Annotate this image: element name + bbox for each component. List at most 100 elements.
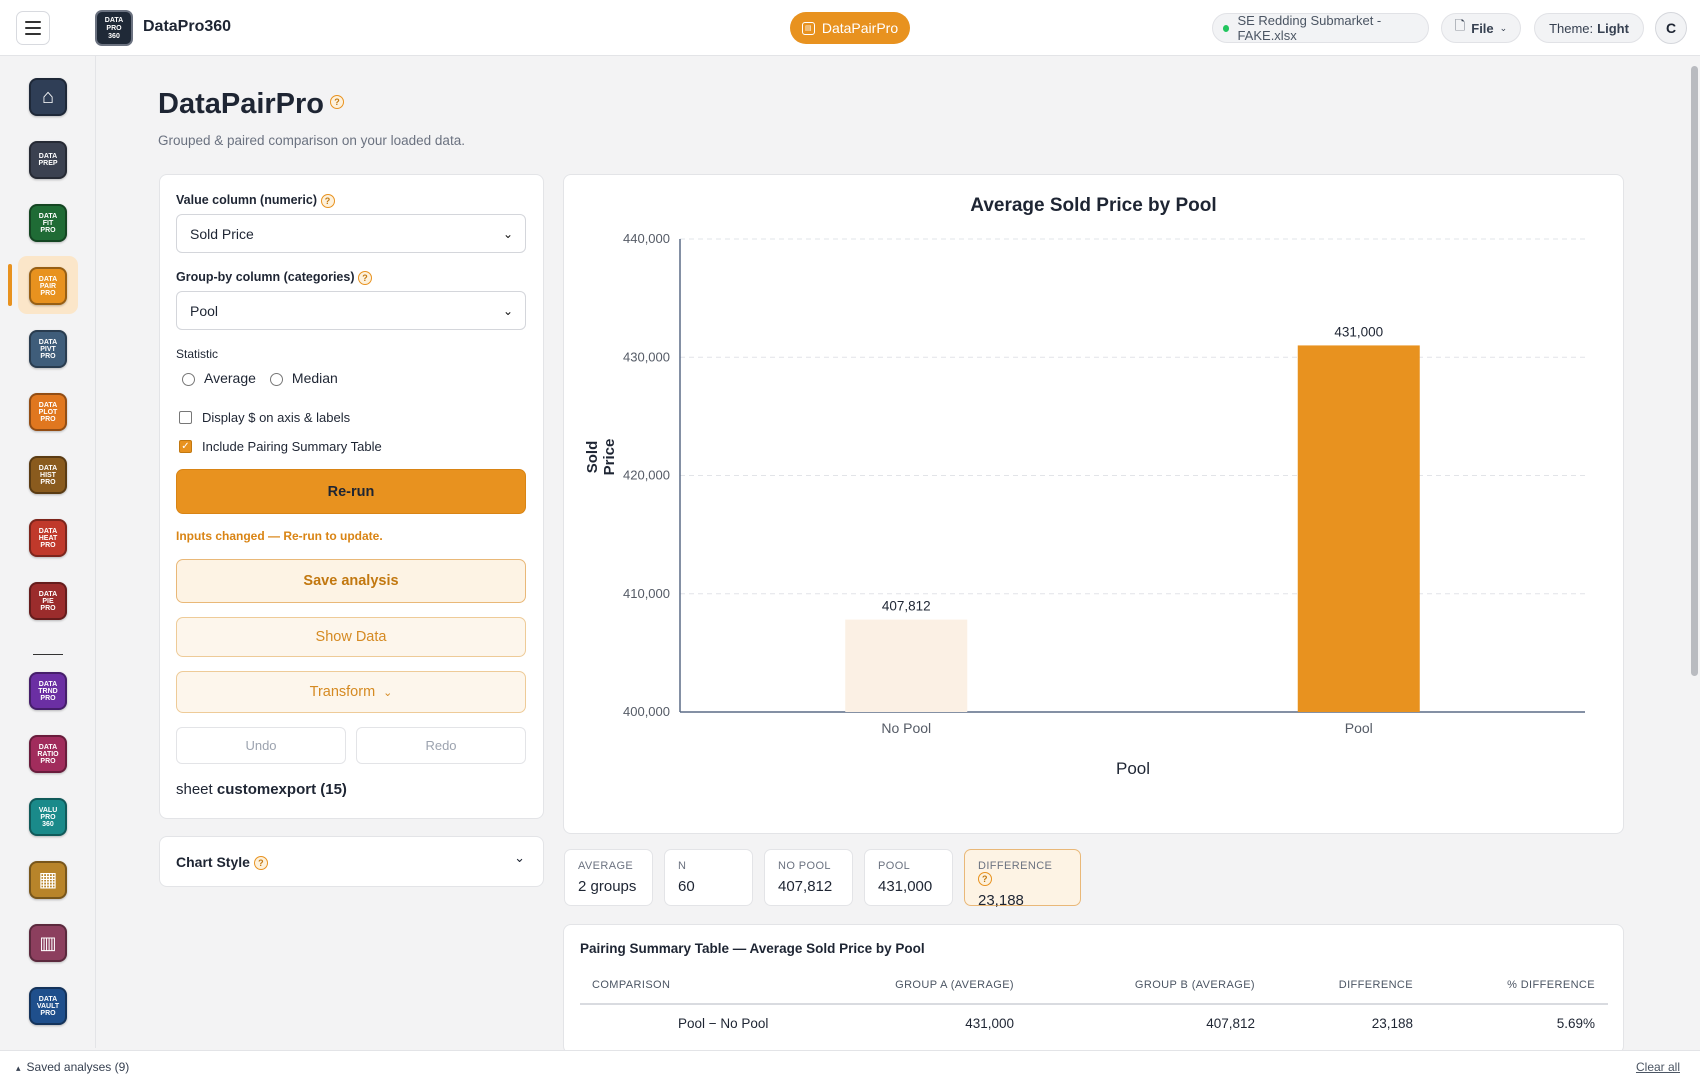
file-menu-label: File xyxy=(1471,20,1494,36)
value-column-label: Value column (numeric) ? xyxy=(176,193,335,208)
chevron-down-icon: ⌄ xyxy=(502,227,513,241)
transform-button[interactable]: Transform ⌄ xyxy=(176,671,526,713)
sidebar-divider xyxy=(33,654,63,655)
sidebar-app-vault-icon[interactable]: DATA VAULT PRO xyxy=(29,987,67,1025)
table-title: Pairing Summary Table — Average Sold Pri… xyxy=(580,941,925,956)
file-menu-button[interactable]: 🗋 File ⌄ xyxy=(1441,13,1521,43)
page-title-text: DataPairPro xyxy=(158,88,325,120)
display-dollar-checkbox[interactable]: Display $ on axis & labels xyxy=(179,410,350,425)
status-dot-icon xyxy=(1223,24,1230,32)
y-tick-label: 400,000 xyxy=(623,704,670,719)
page-title: DataPairPro? xyxy=(158,88,345,121)
statistic-label: Statistic xyxy=(176,347,219,361)
checkbox-icon xyxy=(179,411,192,424)
table-cell: 407,812 xyxy=(1206,1016,1255,1031)
sidebar-app-pie-icon[interactable]: DATA PIE PRO xyxy=(29,582,67,620)
sidebar-app-valu-icon[interactable]: VALU PRO 360 xyxy=(29,798,67,836)
help-icon[interactable]: ? xyxy=(330,95,345,110)
redo-button[interactable]: Redo xyxy=(356,727,526,764)
sidebar-app-pair-icon[interactable]: DATA PAIR PRO xyxy=(29,267,67,305)
sidebar-active-indicator xyxy=(8,264,12,306)
help-icon[interactable]: ? xyxy=(320,193,335,208)
sidebar-app-hist-icon[interactable]: DATA HIST PRO xyxy=(29,456,67,494)
undo-button[interactable]: Undo xyxy=(176,727,346,764)
include-summary-checkbox[interactable]: ✓ Include Pairing Summary Table xyxy=(179,439,382,454)
chevron-down-icon: ⌄ xyxy=(514,850,525,865)
data-label: 407,812 xyxy=(882,599,931,614)
group-column-select[interactable]: Pool ⌄ xyxy=(176,291,526,330)
theme-toggle[interactable]: Theme: Light xyxy=(1534,13,1644,43)
column-header: COMPARISON xyxy=(592,979,671,991)
avatar[interactable]: C xyxy=(1655,12,1687,44)
sidebar-app-pivt-icon[interactable]: DATA PIVT PRO xyxy=(29,330,67,368)
save-analysis-button[interactable]: Save analysis xyxy=(176,559,526,603)
app-name: DataPro360 xyxy=(143,18,232,35)
clear-all-link[interactable]: Clear all xyxy=(1636,1060,1680,1074)
statistic-radio-group: Average Median xyxy=(182,370,338,386)
menu-button[interactable] xyxy=(16,11,50,45)
sidebar-app-cols-icon[interactable]: ▦ xyxy=(29,861,67,899)
active-tool-label: DataPairPro xyxy=(821,20,899,36)
table-cell: 5.69% xyxy=(1556,1016,1595,1031)
stat-difference: DIFFERENCE ? 23,188 xyxy=(964,849,1081,909)
sidebar-app-home-icon[interactable]: ⌂ xyxy=(29,78,67,116)
chart-style-label: Chart Style ? xyxy=(176,854,268,871)
tool-icon: ▤ xyxy=(801,21,815,35)
bar-chart: 400,000 410,000 420,000 430,000 440,000 407,8… xyxy=(623,231,1585,736)
help-icon[interactable]: ? xyxy=(978,872,992,886)
page-subtitle: Grouped & paired comparison on your load… xyxy=(158,133,465,148)
stat-average: AVERAGE 2 groups xyxy=(564,849,653,906)
file-icon: 🗋 xyxy=(1454,18,1466,33)
rerun-warning: Inputs changed — Re-run to update. xyxy=(176,529,383,543)
radio-median[interactable]: Median xyxy=(269,370,338,386)
radio-average[interactable]: Average xyxy=(182,370,256,386)
sidebar-app-heat-icon[interactable]: DATA HEAT PRO xyxy=(29,519,67,557)
saved-analyses-bar: ▴ Saved analyses (9) Clear all xyxy=(0,1050,1700,1080)
chart-style-section[interactable]: Chart Style ? ⌄ xyxy=(159,836,544,887)
chart-panel: Average Sold Price by Pool Sold Price 40… xyxy=(563,174,1624,834)
loaded-file-chip[interactable]: SE Redding Submarket - FAKE.xlsx xyxy=(1212,13,1429,43)
table-cell: 431,000 xyxy=(965,1016,1014,1031)
sidebar-app-trnd-icon[interactable]: DATA TRND PRO xyxy=(29,672,67,710)
scrollbar-thumb[interactable] xyxy=(1691,66,1698,676)
help-icon[interactable]: ? xyxy=(253,856,268,871)
controls-panel: Value column (numeric) ? Sold Price ⌄ Gro… xyxy=(159,174,544,819)
sidebar-app-plot-icon[interactable]: DATA PLOT PRO xyxy=(29,393,67,431)
active-tool-pill[interactable]: ▤ DataPairPro xyxy=(790,12,910,44)
loaded-file-name: SE Redding Submarket - FAKE.xlsx xyxy=(1237,13,1382,43)
x-axis-label: Pool xyxy=(1115,759,1151,778)
chevron-down-icon: ⌄ xyxy=(383,686,393,699)
value-column-selected: Sold Price xyxy=(190,225,254,242)
column-header: GROUP B (AVERAGE) xyxy=(1134,979,1255,991)
chevron-down-icon: ⌄ xyxy=(1499,22,1508,33)
app-logo: DATA PRO 360 xyxy=(95,10,133,46)
y-tick-label: 430,000 xyxy=(623,349,670,364)
rerun-button[interactable]: Re-run xyxy=(176,469,526,514)
checkmark-icon: ✓ xyxy=(179,440,192,453)
theme-value: Light xyxy=(1597,20,1629,36)
sidebar-app-prep-icon[interactable]: DATA PREP xyxy=(29,141,67,179)
pairing-summary-table: Pairing Summary Table — Average Sold Pri… xyxy=(563,924,1624,1054)
stat-pool: POOL 431,000 xyxy=(864,849,953,906)
help-icon[interactable]: ? xyxy=(357,270,372,285)
bar xyxy=(1297,345,1420,712)
data-label: 431,000 xyxy=(1334,324,1383,339)
y-tick-label: 440,000 xyxy=(623,231,670,246)
group-column-selected: Pool xyxy=(190,302,219,319)
radio-circle-icon xyxy=(269,372,283,386)
bar xyxy=(845,619,968,712)
column-header: % DIFFERENCE xyxy=(1507,979,1595,991)
sidebar-app-ratio-icon[interactable]: DATA RATIO PRO xyxy=(29,735,67,773)
sidebar-app-fit-icon[interactable]: DATA FIT PRO xyxy=(29,204,67,242)
sidebar-app-report-icon[interactable]: ▥ xyxy=(29,924,67,962)
chevron-down-icon: ⌄ xyxy=(502,304,513,318)
stat-no-pool: NO POOL 407,812 xyxy=(764,849,853,906)
column-header: GROUP A (AVERAGE) xyxy=(895,979,1014,991)
menu-icon xyxy=(25,21,41,23)
saved-analyses-toggle[interactable]: ▴ Saved analyses (9) xyxy=(16,1060,129,1074)
theme-label: Theme: xyxy=(1549,20,1594,36)
page-scrollbar[interactable] xyxy=(1689,56,1700,1048)
show-data-button[interactable]: Show Data xyxy=(176,617,526,657)
x-tick-label: No Pool xyxy=(881,720,931,736)
value-column-select[interactable]: Sold Price ⌄ xyxy=(176,214,526,253)
